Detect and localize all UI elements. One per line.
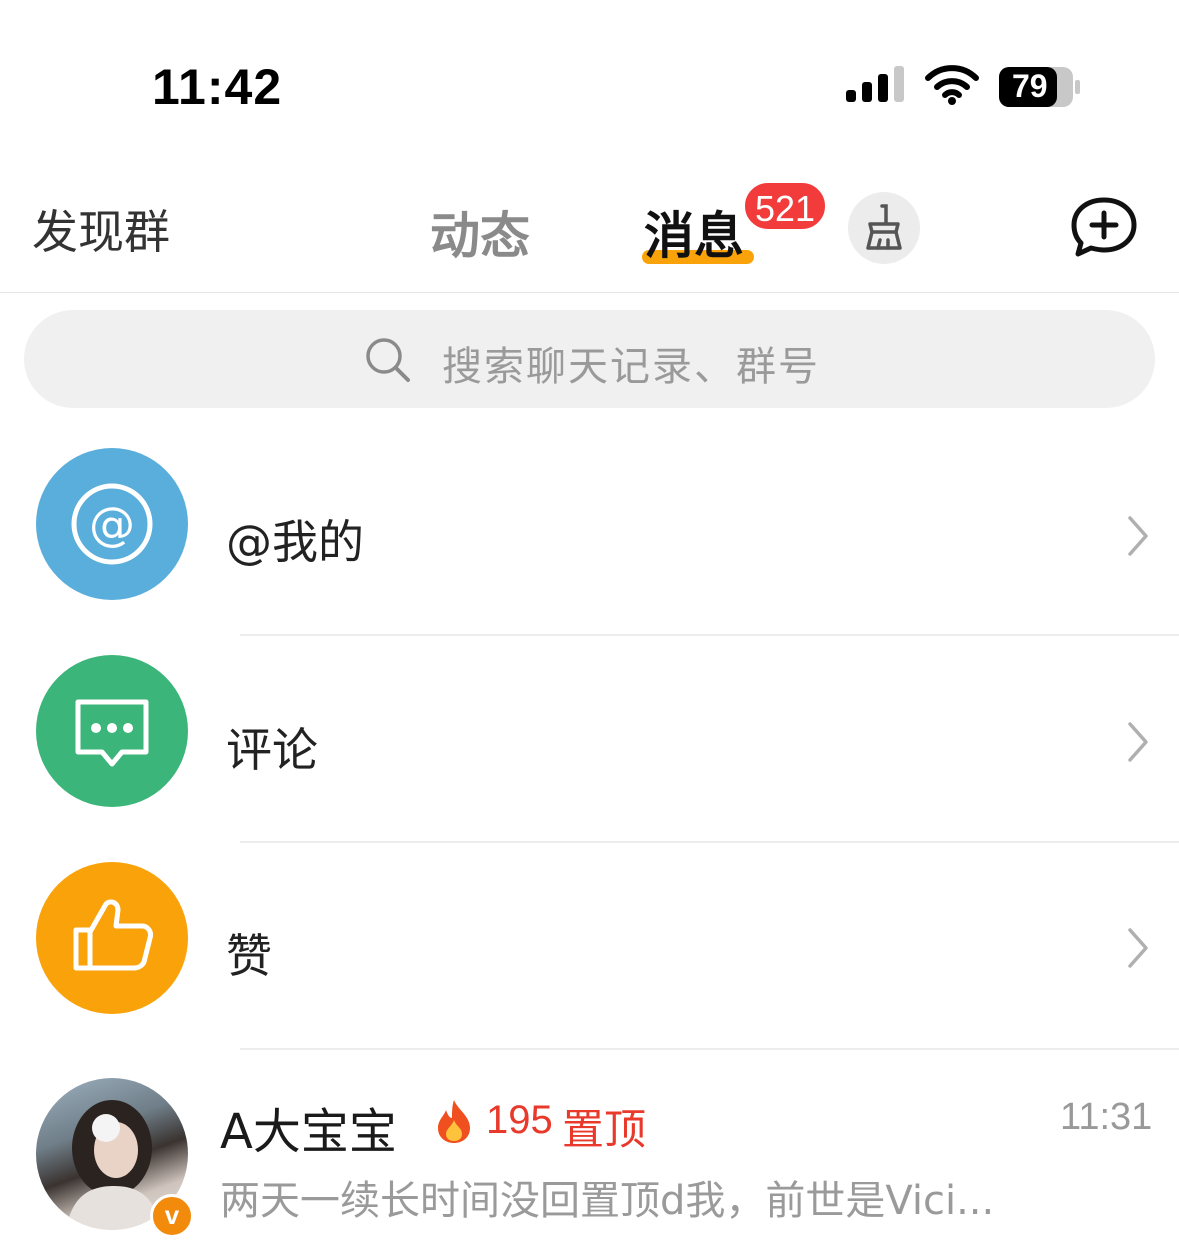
- verified-badge: v: [150, 1194, 194, 1238]
- chat-preview: 两天一续长时间没回置顶d我，前世是Vici...: [220, 1178, 995, 1224]
- chevron-right-icon: [1128, 516, 1148, 556]
- comments-label: 评论: [226, 723, 318, 777]
- new-chat-icon[interactable]: [1068, 196, 1140, 260]
- broom-icon: [866, 204, 902, 250]
- comment-icon: [75, 699, 149, 767]
- streak-count: 195: [486, 1098, 553, 1142]
- chat-time: 11:31: [1060, 1096, 1153, 1138]
- pinned-label: 置顶: [562, 1105, 647, 1154]
- wifi-icon: [925, 65, 979, 105]
- chevron-right-icon: [1128, 722, 1148, 762]
- header-divider: [0, 292, 1179, 293]
- tab-feed[interactable]: 动态: [430, 196, 530, 268]
- likes-label: 赞: [226, 929, 272, 983]
- battery-level: 79: [1012, 68, 1048, 104]
- thumbs-up-icon: [73, 899, 153, 971]
- unread-badge: 521: [742, 180, 828, 232]
- search-placeholder: 搜索聊天记录、群号: [442, 344, 820, 390]
- tab-discover-groups[interactable]: 发现群: [32, 196, 170, 262]
- cellular-signal-icon: [846, 66, 904, 102]
- chat-name: A大宝宝: [220, 1104, 397, 1160]
- battery-indicator: 79: [998, 66, 1082, 108]
- status-time: 11:42: [152, 59, 283, 115]
- at-icon: @: [71, 483, 153, 565]
- chevron-right-icon: [1128, 928, 1148, 968]
- mentions-label: @我的: [226, 515, 364, 569]
- clear-unread-button[interactable]: [848, 192, 920, 264]
- fire-icon: [438, 1100, 470, 1143]
- search-icon: [366, 338, 410, 382]
- svg-text:@: @: [89, 497, 135, 551]
- tab-messages[interactable]: 消息: [644, 196, 744, 268]
